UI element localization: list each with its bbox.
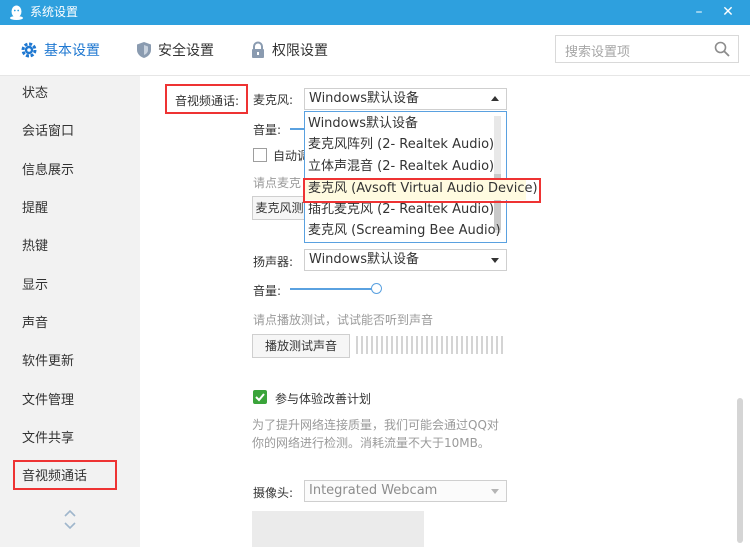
microphone-selected-value: Windows默认设备	[309, 91, 420, 106]
tab-label: 安全设置	[158, 43, 214, 59]
sidebar-item-hotkeys[interactable]: 热键	[22, 236, 48, 258]
speaker-label: 扬声器:	[253, 255, 294, 269]
sidebar-item-display[interactable]: 显示	[22, 275, 48, 297]
search-icon[interactable]	[714, 41, 730, 57]
mic-volume-label: 音量:	[253, 123, 282, 137]
speaker-test-button[interactable]: 播放测试声音	[252, 334, 350, 358]
chevron-down-icon	[491, 258, 499, 263]
search-input[interactable]: 搜索设置项	[555, 35, 739, 63]
camera-label: 摄像头:	[253, 486, 294, 500]
sidebar-item-software-update[interactable]: 软件更新	[22, 351, 74, 373]
chevron-up-icon[interactable]	[60, 508, 80, 518]
camera-select[interactable]: Integrated Webcam	[304, 480, 507, 502]
speaker-select[interactable]: Windows默认设备	[304, 249, 507, 271]
sidebar-item-file-sharing[interactable]: 文件共享	[22, 428, 74, 450]
dropdown-option[interactable]: Windows默认设备	[308, 113, 418, 134]
experience-program-checkbox[interactable]	[253, 390, 267, 404]
dropdown-option[interactable]: 麦克风阵列 (2- Realtek Audio)	[308, 134, 494, 155]
experience-description-line1: 为了提升网络连接质量，我们可能会通过QQ对	[252, 418, 499, 432]
dropdown-option[interactable]: 麦克风 (Screaming Bee Audio)	[308, 220, 501, 241]
shield-icon	[137, 42, 151, 58]
close-button[interactable]: ✕	[717, 2, 739, 22]
auto-adjust-checkbox[interactable]	[253, 148, 267, 162]
tab-label: 基本设置	[44, 43, 100, 59]
camera-selected-value: Integrated Webcam	[309, 483, 438, 498]
speaker-volume-knob[interactable]	[371, 283, 382, 294]
dropdown-option[interactable]: 立体声混音 (2- Realtek Audio)	[308, 156, 494, 177]
chevron-down-icon	[491, 489, 499, 494]
experience-description-line2: 你的网络进行检测。消耗流量不大于10MB。	[252, 436, 490, 450]
mic-test-hint: 请点麦克	[253, 176, 302, 190]
sidebar-item-info-display[interactable]: 信息展示	[22, 160, 74, 182]
experience-program-label: 参与体验改善计划	[275, 392, 372, 406]
microphone-select[interactable]: Windows默认设备	[304, 88, 507, 110]
speaker-test-hint: 请点播放测试，试试能否听到声音	[253, 313, 434, 327]
tab-label: 权限设置	[272, 43, 328, 59]
title-bar: 系统设置 – ✕	[0, 0, 750, 25]
tab-basic-settings[interactable]: 基本设置	[20, 39, 100, 61]
check-icon	[255, 393, 265, 402]
microphone-label: 麦克风:	[253, 93, 294, 107]
speaker-volume-slider[interactable]	[290, 288, 376, 290]
tab-security-settings[interactable]: 安全设置	[136, 39, 214, 61]
content-scrollbar-thumb[interactable]	[737, 398, 743, 543]
sidebar-item-sound[interactable]: 声音	[22, 313, 48, 335]
camera-preview	[252, 511, 424, 547]
option-highlight-box	[303, 178, 541, 203]
sidebar-highlight-box	[13, 460, 117, 490]
gear-icon	[21, 42, 37, 58]
mic-volume-slider[interactable]	[290, 128, 304, 130]
sidebar-item-reminder[interactable]: 提醒	[22, 198, 48, 220]
minimize-button[interactable]: –	[688, 2, 710, 22]
search-placeholder: 搜索设置项	[565, 45, 631, 60]
speaker-level-meter	[356, 336, 504, 354]
chevron-up-icon	[491, 96, 499, 101]
sidebar-item-file-management[interactable]: 文件管理	[22, 390, 74, 412]
window-title: 系统设置	[30, 5, 79, 19]
sidebar-item-status[interactable]: 状态	[22, 83, 48, 105]
qq-logo-icon	[10, 5, 23, 20]
sidebar-item-chat-window[interactable]: 会话窗口	[22, 121, 74, 143]
speaker-volume-label: 音量:	[253, 284, 282, 298]
content-scrollbar[interactable]	[736, 76, 744, 547]
speaker-selected-value: Windows默认设备	[309, 252, 420, 267]
mic-test-button[interactable]: 麦克风测	[252, 196, 307, 220]
chevron-down-icon[interactable]	[60, 521, 80, 531]
section-highlight-box	[165, 84, 248, 114]
dropdown-scrollbar[interactable]	[494, 116, 501, 233]
tab-permission-settings[interactable]: 权限设置	[250, 39, 328, 61]
tab-bar: 基本设置 安全设置 权限设置 搜索设置项	[0, 25, 750, 76]
lock-icon	[252, 41, 264, 58]
